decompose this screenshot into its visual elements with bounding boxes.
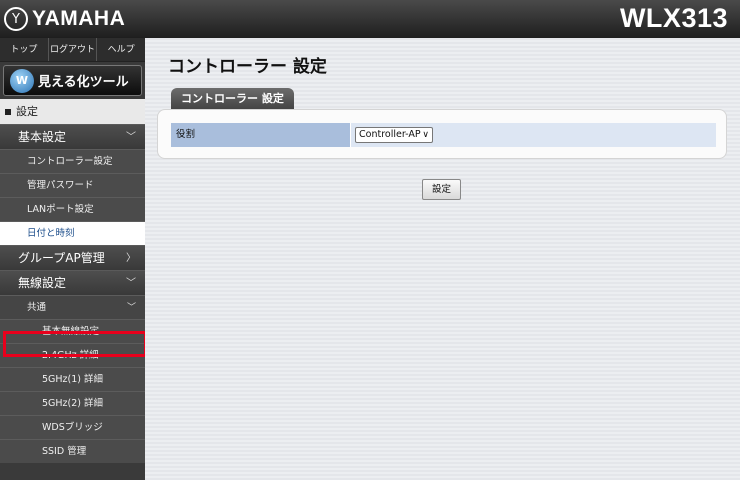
nav-group-label: 基本設定	[18, 130, 67, 144]
nav-item-lan-port-settings[interactable]: LANポート設定	[0, 197, 145, 221]
role-row: 役割 Controller-AP ∨	[171, 123, 716, 147]
square-bullet-icon	[5, 109, 11, 115]
brand-name: YAMAHA	[32, 7, 126, 30]
top-link-help[interactable]: ヘルプ	[97, 38, 145, 61]
yamaha-logo[interactable]: Y YAMAHA	[4, 5, 125, 33]
nav-item-controller-settings[interactable]: コントローラー設定	[0, 149, 145, 173]
role-value-cell: Controller-AP ∨	[351, 123, 716, 147]
model-name: WLX313	[619, 3, 728, 33]
chevron-down-icon: ﹀	[126, 303, 136, 313]
role-label: 役割	[171, 123, 351, 147]
settings-section-title: 設定	[0, 99, 145, 124]
page-title: コントローラー 設定	[168, 57, 327, 77]
apply-button[interactable]: 設定	[422, 179, 461, 200]
nav-group-group-ap-management[interactable]: グループAP管理 〉	[0, 245, 145, 270]
yamaha-emblem-icon: Y	[4, 7, 28, 31]
nav-item-wds-bridge[interactable]: WDSブリッジ	[0, 415, 145, 439]
nav-item-2-4ghz-detail[interactable]: 2.4GHz 詳細	[0, 343, 145, 367]
nav-item-admin-password[interactable]: 管理パスワード	[0, 173, 145, 197]
sidebar: トップ ログアウト ヘルプ W 見える化ツール 設定 基本設定 ﹀ コントローラ…	[0, 38, 145, 480]
visualization-tool-button[interactable]: W 見える化ツール	[3, 65, 142, 96]
nav-category-common[interactable]: 共通 ﹀	[0, 295, 145, 319]
nav-item-5ghz-2-detail[interactable]: 5GHz(2) 詳細	[0, 391, 145, 415]
nav-item-basic-wireless-settings[interactable]: 基本無線設定	[0, 319, 145, 343]
role-select-value: Controller-AP	[359, 129, 421, 140]
nav-category-label: 共通	[27, 302, 47, 313]
nav-group-label: 無線設定	[18, 276, 67, 290]
header-bar: Y YAMAHA WLX313	[0, 0, 740, 38]
nav-group-wireless-settings[interactable]: 無線設定 ﹀	[0, 270, 145, 295]
chevron-down-icon: ∨	[422, 130, 429, 140]
visualization-tool-label: 見える化ツール	[38, 75, 129, 90]
visualization-globe-icon: W	[10, 68, 34, 93]
nav-item-5ghz-1-detail[interactable]: 5GHz(1) 詳細	[0, 367, 145, 391]
top-links: トップ ログアウト ヘルプ	[0, 38, 145, 62]
main-content: コントローラー 設定 コントローラー 設定 役割 Controller-AP ∨…	[145, 38, 740, 480]
top-link-home[interactable]: トップ	[0, 38, 49, 61]
top-link-logout[interactable]: ログアウト	[49, 38, 98, 61]
nav-group-basic-settings[interactable]: 基本設定 ﹀	[0, 124, 145, 149]
chevron-right-icon: 〉	[126, 253, 136, 264]
nav-item-ssid-management[interactable]: SSID 管理	[0, 439, 145, 463]
role-select[interactable]: Controller-AP ∨	[355, 127, 433, 143]
nav-item-date-time[interactable]: 日付と時刻	[0, 221, 145, 245]
chevron-down-icon: ﹀	[126, 278, 136, 289]
chevron-down-icon: ﹀	[126, 132, 136, 143]
settings-panel: 役割 Controller-AP ∨	[157, 109, 727, 159]
nav-group-label: グループAP管理	[18, 251, 105, 265]
settings-section-label: 設定	[16, 105, 38, 118]
tab-controller-settings[interactable]: コントローラー 設定	[171, 88, 294, 109]
